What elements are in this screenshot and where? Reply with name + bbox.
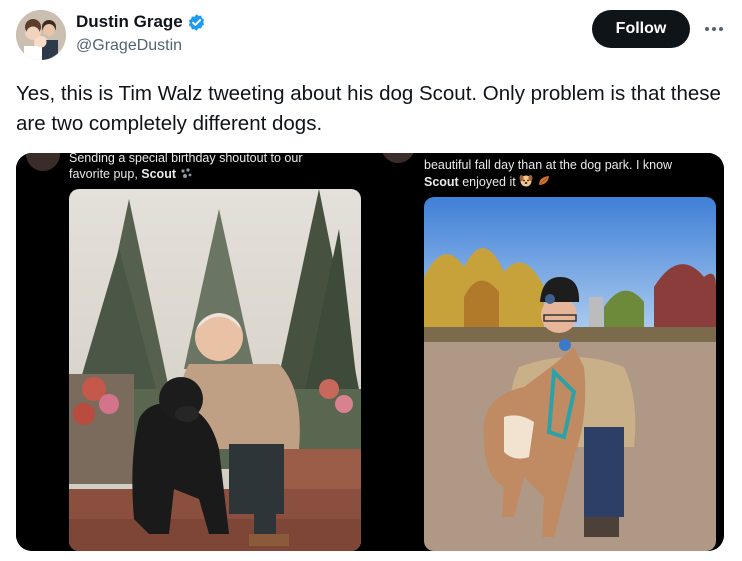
left-caption-bold: Scout — [141, 167, 176, 181]
left-caption-line1: Sending a special birthday shoutout to o… — [69, 153, 303, 165]
tweet-header: Dustin Grage @GrageDustin Follow — [16, 10, 726, 62]
author-display-name[interactable]: Dustin Grage — [76, 12, 183, 32]
fallen-leaf-icon — [537, 174, 551, 191]
follow-button[interactable]: Follow — [592, 10, 690, 48]
author-handle[interactable]: @GrageDustin — [76, 37, 182, 55]
author-avatar[interactable] — [16, 10, 66, 60]
author-name-row[interactable]: Dustin Grage — [76, 12, 206, 32]
right-photo-man-with-tan-dog[interactable] — [424, 197, 716, 551]
tweet-text: Yes, this is Tim Walz tweeting about his… — [16, 82, 721, 135]
dog-face-icon — [519, 174, 533, 191]
left-photo-man-with-black-dog[interactable] — [69, 189, 361, 551]
left-caption-prefix: favorite pup, — [69, 167, 142, 181]
right-caption-bold: Scout — [424, 175, 459, 189]
right-caption-line1: beautiful fall day than at the dog park.… — [424, 158, 673, 172]
paw-prints-icon — [179, 167, 193, 183]
media-right-screenshot[interactable]: beautiful fall day than at the dog park.… — [371, 153, 724, 551]
more-icon[interactable] — [702, 18, 726, 40]
tweet-media[interactable]: Sending a special birthday shoutout to o… — [16, 153, 724, 551]
embedded-avatar — [381, 153, 415, 163]
left-caption-line2: favorite pup, Scout — [69, 166, 193, 183]
right-caption-suffix: enjoyed it — [458, 175, 516, 189]
media-left-screenshot[interactable]: Sending a special birthday shoutout to o… — [16, 153, 369, 551]
right-caption-line2: Scout enjoyed it — [424, 174, 551, 191]
embedded-avatar — [26, 153, 60, 171]
verified-badge-icon — [187, 13, 206, 32]
